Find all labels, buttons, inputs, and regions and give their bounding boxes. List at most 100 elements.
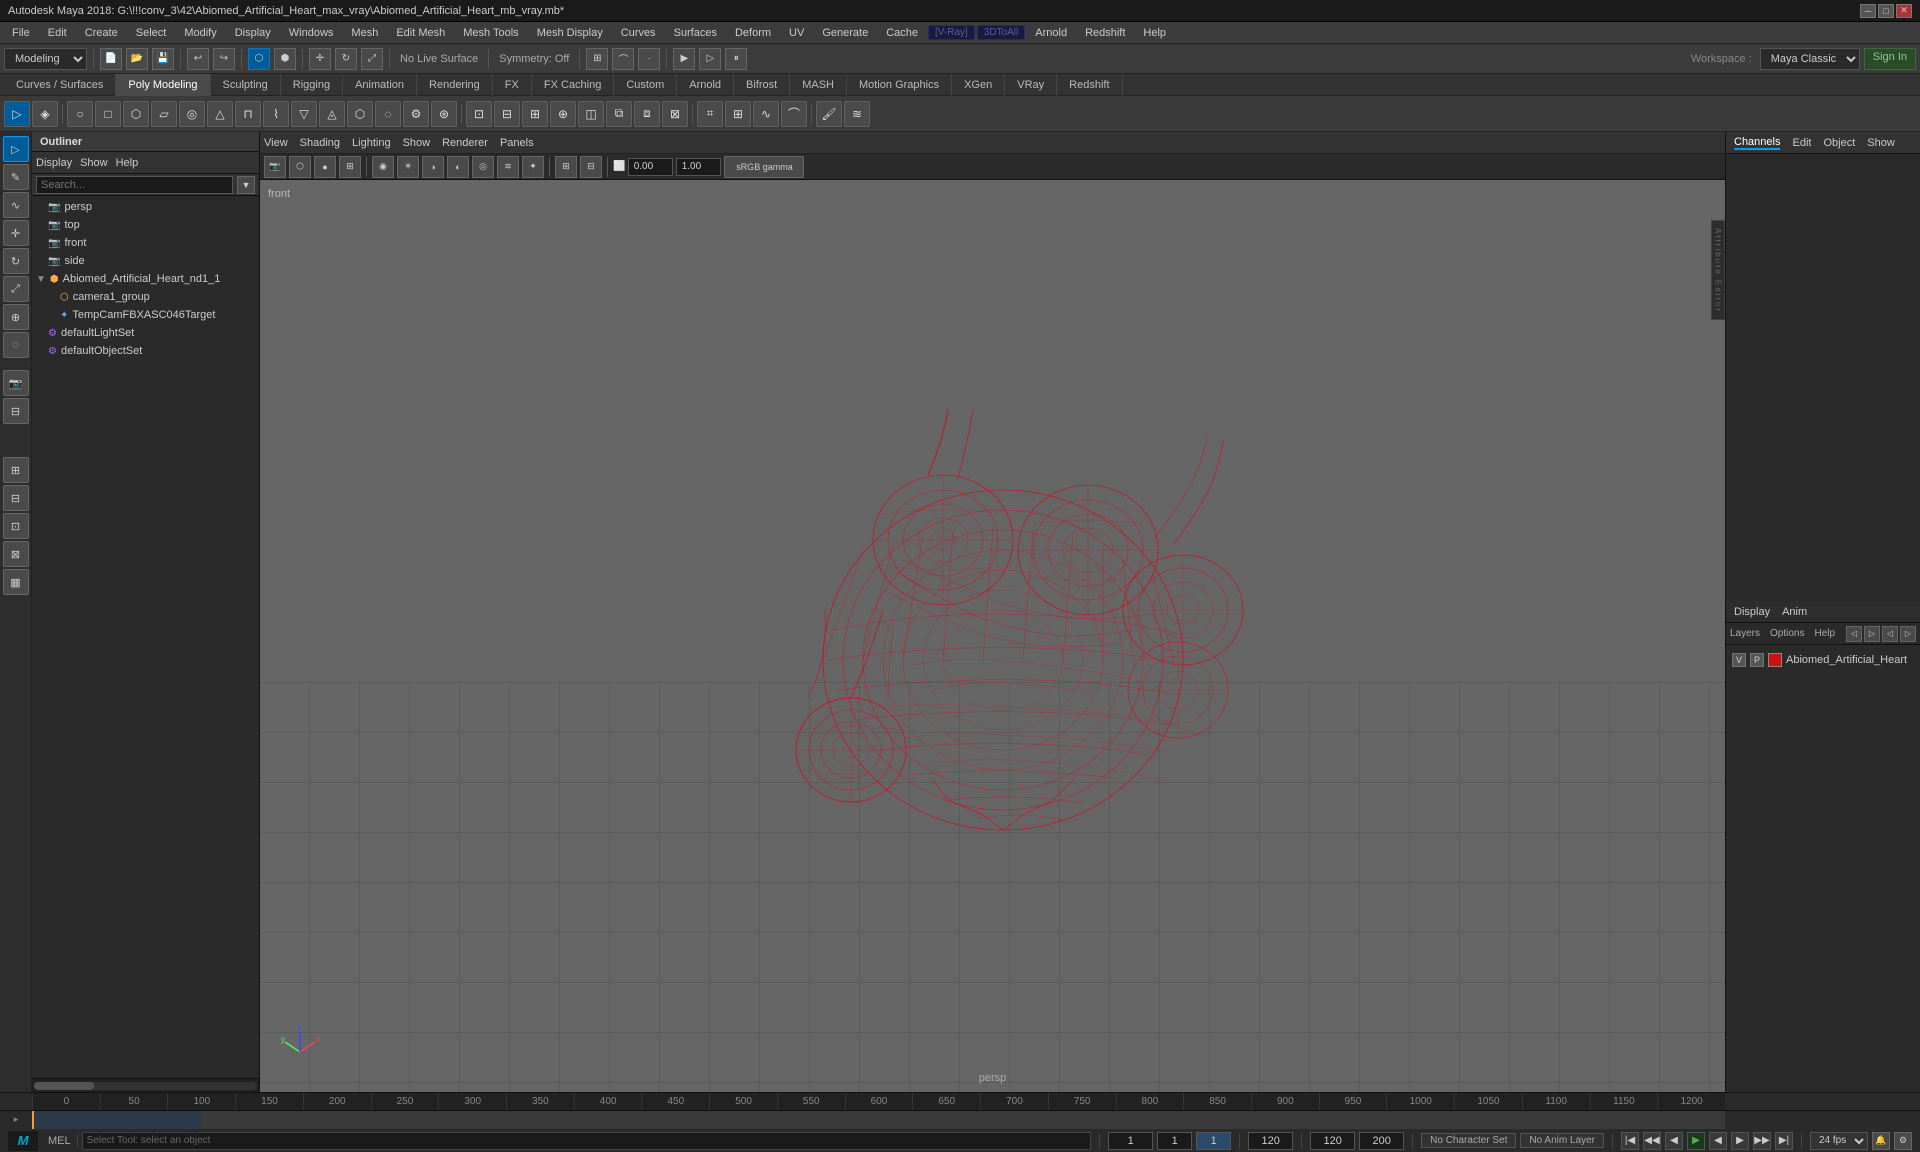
vp-hud-btn[interactable]: ⊟: [580, 156, 602, 178]
viewport-menu-renderer[interactable]: Renderer: [442, 137, 488, 149]
right-tab-channels[interactable]: Channels: [1734, 136, 1780, 150]
snap-curve-btn[interactable]: ⌒: [612, 48, 634, 70]
save-btn[interactable]: 💾: [152, 48, 174, 70]
affinity-editor-strip[interactable]: Attribute Editor: [1711, 220, 1725, 320]
layer-playback-btn[interactable]: P: [1750, 653, 1764, 667]
conform-btn[interactable]: ⊠: [662, 101, 688, 127]
quick-layout-3[interactable]: ⊡: [3, 513, 29, 539]
menu-modify[interactable]: Modify: [176, 25, 224, 41]
menu-display[interactable]: Display: [227, 25, 279, 41]
outliner-item-default-object-set[interactable]: ⚙ defaultObjectSet: [32, 342, 259, 360]
pyramid-btn[interactable]: ◬: [319, 101, 345, 127]
quick-layout-4[interactable]: ⊠: [3, 541, 29, 567]
play-back-btn[interactable]: ◀: [1709, 1132, 1727, 1150]
menu-edit-mesh[interactable]: Edit Mesh: [388, 25, 453, 41]
scale-tool-btn[interactable]: ⤢: [3, 276, 29, 302]
right-layer-tab-layers[interactable]: Layers: [1730, 628, 1760, 639]
new-scene-btn[interactable]: 📄: [100, 48, 122, 70]
status-icon-2[interactable]: ⚙: [1894, 1132, 1912, 1150]
vp-gamma-input[interactable]: [676, 158, 721, 176]
tab-arnold[interactable]: Arnold: [677, 74, 734, 96]
outliner-search-input[interactable]: [36, 176, 233, 194]
right-tab-object[interactable]: Object: [1823, 137, 1855, 149]
paint-select-btn[interactable]: ⬢: [274, 48, 296, 70]
end-frame-input[interactable]: [1248, 1132, 1293, 1150]
tab-vray[interactable]: VRay: [1005, 74, 1057, 96]
vp-ssao-btn[interactable]: ✦: [522, 156, 544, 178]
platonic-btn[interactable]: ⬡: [347, 101, 373, 127]
prism-btn[interactable]: ▽: [291, 101, 317, 127]
move-btn[interactable]: ✛: [309, 48, 331, 70]
move-tool-btn[interactable]: ✛: [3, 220, 29, 246]
next-frame-btn[interactable]: ▶: [1731, 1132, 1749, 1150]
vp-motion-blur-btn[interactable]: ≋: [497, 156, 519, 178]
menu-mesh-display[interactable]: Mesh Display: [529, 25, 611, 41]
search-options-btn[interactable]: ▼: [237, 176, 255, 194]
combine-btn[interactable]: ⧉: [606, 101, 632, 127]
ipr-btn[interactable]: ▷: [699, 48, 721, 70]
paint-select-btn[interactable]: ✎: [3, 164, 29, 190]
outliner-item-top[interactable]: 📷 top: [32, 216, 259, 234]
outliner-item-heart[interactable]: ▼ ⬢ Abiomed_Artificial_Heart_nd1_1: [32, 270, 259, 288]
vp-dof-btn[interactable]: ◎: [472, 156, 494, 178]
no-anim-layer-btn[interactable]: No Anim Layer: [1520, 1133, 1604, 1148]
tab-motion-graphics[interactable]: Motion Graphics: [847, 74, 952, 96]
vp-grid-btn[interactable]: ⊞: [555, 156, 577, 178]
outliner-item-default-light-set[interactable]: ⚙ defaultLightSet: [32, 324, 259, 342]
layer-options-btn[interactable]: ◁: [1882, 626, 1898, 642]
start-frame-input[interactable]: [1108, 1132, 1153, 1150]
menu-cache[interactable]: Cache: [878, 25, 926, 41]
timeline-bar[interactable]: ▸: [0, 1110, 1920, 1128]
sphere-btn[interactable]: ○: [67, 101, 93, 127]
menu-3dtoall[interactable]: 3DToAll: [977, 25, 1025, 40]
tab-xgen[interactable]: XGen: [952, 74, 1005, 96]
menu-mesh[interactable]: Mesh: [343, 25, 386, 41]
right-sub-tab-display[interactable]: Display: [1734, 606, 1770, 618]
snap-point-btn[interactable]: ·: [638, 48, 660, 70]
range-end-input[interactable]: [1310, 1132, 1355, 1150]
step-back-btn[interactable]: ◀◀: [1643, 1132, 1661, 1150]
menu-curves[interactable]: Curves: [613, 25, 664, 41]
menu-arnold[interactable]: Arnold: [1027, 25, 1075, 41]
booleans-btn[interactable]: ⊕: [550, 101, 576, 127]
max-frame-input[interactable]: [1359, 1132, 1404, 1150]
show-manip-btn[interactable]: ⊟: [3, 398, 29, 424]
outliner-item-persp[interactable]: 📷 persp: [32, 198, 259, 216]
pause-btn[interactable]: ⏸: [725, 48, 747, 70]
tab-custom[interactable]: Custom: [614, 74, 677, 96]
layer-remove-btn[interactable]: ▷: [1864, 626, 1880, 642]
status-icon-1[interactable]: 🔔: [1872, 1132, 1890, 1150]
quick-layout-5[interactable]: ▦: [3, 569, 29, 595]
goto-end-btn[interactable]: ▶|: [1775, 1132, 1793, 1150]
gear-btn[interactable]: ⚙: [403, 101, 429, 127]
layer-visibility-btn[interactable]: V: [1732, 653, 1746, 667]
outliner-item-side[interactable]: 📷 side: [32, 252, 259, 270]
bridge-btn[interactable]: ⊟: [494, 101, 520, 127]
soft-mod-btn[interactable]: ◌: [3, 332, 29, 358]
pipe-btn[interactable]: ⊓: [235, 101, 261, 127]
right-layer-tab-options[interactable]: Options: [1770, 628, 1804, 639]
camera-view-btn[interactable]: 📷: [3, 370, 29, 396]
viewport-menu-show[interactable]: Show: [403, 137, 431, 149]
rotate-tool-btn[interactable]: ↻: [3, 248, 29, 274]
viewport-menu-shading[interactable]: Shading: [300, 137, 340, 149]
twist-btn[interactable]: ∿: [753, 101, 779, 127]
outliner-menu-display[interactable]: Display: [36, 157, 72, 169]
scale-btn[interactable]: ⤢: [361, 48, 383, 70]
bend-btn[interactable]: ⌒: [781, 101, 807, 127]
select-component-btn[interactable]: ◈: [32, 101, 58, 127]
undo-btn[interactable]: ↩: [187, 48, 209, 70]
vp-ao-btn[interactable]: ◐: [447, 156, 469, 178]
menu-surfaces[interactable]: Surfaces: [666, 25, 725, 41]
layer-menu-btn[interactable]: ▷: [1900, 626, 1916, 642]
menu-generate[interactable]: Generate: [814, 25, 876, 41]
vp-textured-btn[interactable]: ⊞: [339, 156, 361, 178]
outliner-menu-help[interactable]: Help: [116, 157, 139, 169]
tab-mash[interactable]: MASH: [790, 74, 847, 96]
layer-add-btn[interactable]: ◁: [1846, 626, 1862, 642]
lattice-btn[interactable]: ⊞: [725, 101, 751, 127]
prev-frame-btn[interactable]: ◀: [1665, 1132, 1683, 1150]
soccer-btn[interactable]: ⊛: [431, 101, 457, 127]
current-frame-input[interactable]: [1157, 1132, 1192, 1150]
vp-wireframe-btn[interactable]: ⬡: [289, 156, 311, 178]
